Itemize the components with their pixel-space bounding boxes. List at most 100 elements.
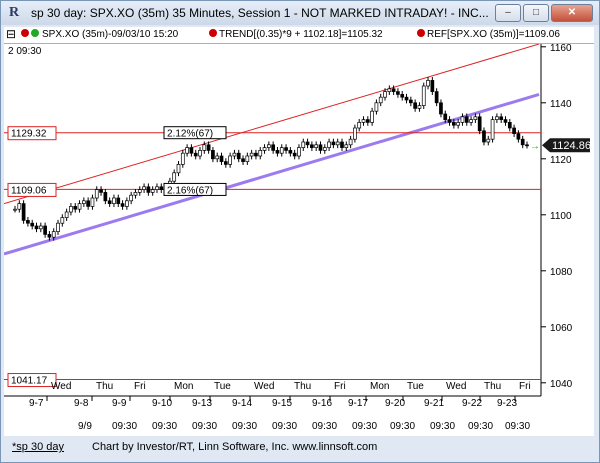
candle-body bbox=[150, 189, 155, 193]
candle-body bbox=[81, 200, 86, 204]
candle-body bbox=[275, 150, 280, 154]
candle-body bbox=[266, 144, 271, 148]
candle-body bbox=[107, 200, 112, 204]
x-date-label: 9-14 bbox=[232, 398, 252, 409]
candle-body bbox=[112, 197, 116, 204]
candle-body bbox=[142, 186, 146, 190]
candle-body bbox=[60, 217, 65, 224]
candle-body bbox=[503, 119, 508, 123]
x-time-label: 09:30 bbox=[430, 421, 455, 432]
x-date-label: 9-16 bbox=[312, 398, 332, 409]
candle-body bbox=[223, 161, 228, 165]
x-date-label: 9-15 bbox=[272, 398, 292, 409]
candle-body bbox=[353, 127, 357, 140]
candle-body bbox=[125, 200, 129, 207]
candle-body bbox=[262, 147, 267, 151]
candle-body bbox=[361, 119, 366, 123]
y-tick-label: 1100 bbox=[550, 211, 572, 222]
candle-body bbox=[116, 197, 121, 204]
candle-body bbox=[129, 194, 134, 202]
x-day-label: Wed bbox=[254, 381, 274, 392]
candle-body bbox=[13, 208, 17, 211]
candle-body bbox=[34, 225, 39, 230]
x-day-label: Thu bbox=[484, 381, 501, 392]
candle-body bbox=[301, 141, 306, 148]
candle-body bbox=[413, 102, 417, 109]
candle-body bbox=[439, 102, 443, 115]
maximize-button[interactable]: □ bbox=[523, 4, 549, 22]
footer: *sp 30 day Chart by Investor/RT, Linn So… bbox=[4, 438, 594, 460]
x-time-label: 09:30 bbox=[112, 421, 137, 432]
x-day-label: Tue bbox=[407, 381, 424, 392]
candle-body bbox=[464, 116, 469, 123]
price-chart[interactable]: 2 09:30 1160 1140 1120 1100 1080 1060 1040 1129… bbox=[3, 43, 594, 436]
candle-body bbox=[482, 130, 486, 143]
title-bar[interactable]: R sp 30 day: SPX.XO (35m) 35 Minutes, Se… bbox=[1, 1, 599, 25]
x-date-label: 9-23 bbox=[497, 398, 517, 409]
x-date-label: 9-8 bbox=[74, 398, 89, 409]
candle-body bbox=[90, 197, 95, 207]
candle-body bbox=[520, 138, 525, 146]
x-time-label: 09:30 bbox=[468, 421, 493, 432]
x-day-label: Thu bbox=[294, 381, 311, 392]
x-time-label: 09:30 bbox=[352, 421, 377, 432]
y-tick-label: 1160 bbox=[550, 44, 572, 54]
candle-body bbox=[327, 141, 331, 148]
symbol-green-dot-icon bbox=[31, 29, 39, 37]
candle-body bbox=[103, 192, 108, 202]
candle-body bbox=[344, 144, 349, 148]
candle-body bbox=[120, 203, 125, 207]
x-day-label: Wed bbox=[51, 381, 71, 392]
legend-symbol[interactable]: SPX.XO (35m)-09/03/10 15:20 bbox=[42, 29, 178, 40]
x-time-label: 09:30 bbox=[192, 421, 217, 432]
x-day-label: Fri bbox=[334, 381, 346, 392]
y-tick-label: 1040 bbox=[550, 379, 573, 390]
level-1109-label: 1109.06 bbox=[11, 185, 47, 196]
candle-body bbox=[469, 119, 473, 123]
x-time-label: 09:30 bbox=[232, 421, 257, 432]
candle-body bbox=[51, 231, 56, 238]
candle-body bbox=[258, 150, 263, 157]
x-time-label: 09:30 bbox=[152, 421, 177, 432]
candle-body bbox=[408, 99, 413, 104]
candle-body bbox=[452, 122, 456, 126]
level-1129-label: 1129.32 bbox=[11, 129, 47, 140]
legend-toggle-icon[interactable]: ⊟ bbox=[6, 27, 16, 41]
candle-body bbox=[193, 152, 198, 157]
current-price-label: 1124.86 bbox=[552, 140, 591, 152]
legend-ref[interactable]: REF[SPX.XO (35m)]=1109.06 bbox=[427, 29, 560, 40]
candle-body bbox=[477, 116, 482, 132]
candle-body bbox=[374, 102, 379, 112]
candle-body bbox=[241, 158, 245, 162]
candle-body bbox=[180, 152, 185, 165]
close-button[interactable]: ✕ bbox=[551, 4, 593, 22]
candle-body bbox=[137, 189, 142, 193]
x-time-label: 09:30 bbox=[272, 421, 297, 432]
candle-body bbox=[43, 225, 47, 235]
chart-tab[interactable]: *sp 30 day bbox=[12, 441, 64, 453]
candle-body bbox=[456, 122, 461, 126]
candle-body bbox=[331, 141, 336, 146]
candle-body bbox=[198, 150, 202, 157]
candle-body bbox=[383, 91, 387, 98]
legend-trend[interactable]: TREND[(0.35)*9 + 1102.18]=1105.32 bbox=[219, 29, 383, 40]
candle-body bbox=[206, 144, 211, 151]
chart-area[interactable]: 2 09:30 1160 1140 1120 1100 1080 1060 1040 1129… bbox=[3, 43, 594, 436]
candle-body bbox=[387, 88, 392, 92]
y-tick-label: 1080 bbox=[550, 267, 573, 278]
candle-body bbox=[400, 94, 405, 98]
candle-body bbox=[417, 105, 422, 109]
candle-body bbox=[219, 155, 224, 162]
minimize-button[interactable]: – bbox=[495, 4, 521, 22]
candle-body bbox=[38, 225, 43, 230]
trend-channel-line bbox=[3, 92, 540, 256]
candle-body bbox=[56, 222, 60, 232]
candle-body bbox=[236, 152, 241, 160]
candle-body bbox=[335, 141, 340, 146]
candle-body bbox=[378, 96, 383, 104]
candle-body bbox=[99, 189, 103, 193]
x-day-label: Fri bbox=[519, 381, 531, 392]
x-day-label: Wed bbox=[446, 381, 466, 392]
candle-body bbox=[396, 91, 400, 95]
candle-body bbox=[512, 127, 516, 134]
